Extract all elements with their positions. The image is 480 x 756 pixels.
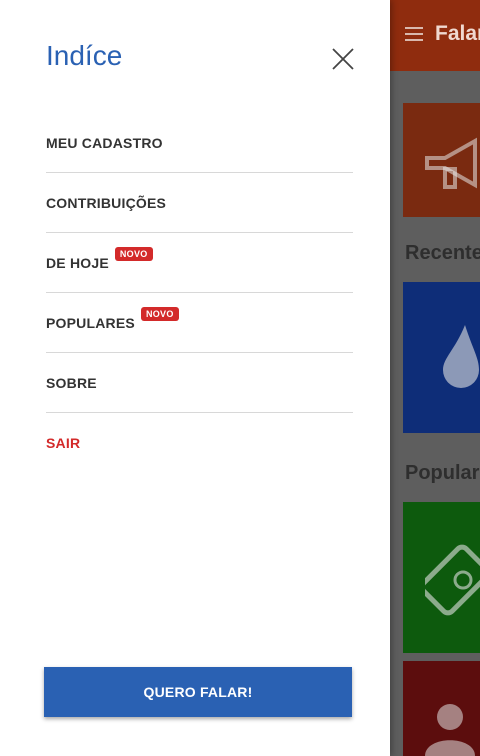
popular-card[interactable] [403,502,480,653]
hamburger-icon[interactable] [405,27,423,41]
app-title: Falar [435,22,480,45]
popular-card[interactable] [403,661,480,756]
menu-item-sair[interactable]: SAIR [46,413,353,473]
recent-card[interactable] [403,282,480,433]
menu-item-meu-cadastro[interactable]: MEU CADASTRO [46,113,353,173]
new-badge: NOVO [140,306,179,321]
menu-item-label: MEU CADASTRO [46,134,163,151]
person-icon [425,704,475,756]
quero-falar-button[interactable]: QUERO FALAR! [44,667,352,717]
bandage-icon [425,544,480,616]
menu-item-contribuicoes[interactable]: CONTRIBUIÇÕES [46,173,353,233]
menu-item-label: SOBRE [46,374,97,391]
close-icon [332,48,354,70]
section-populares: Populares [405,462,480,484]
megaphone-icon [425,137,477,189]
menu-item-sobre[interactable]: SOBRE [46,353,353,413]
drawer-menu: MEU CADASTRO CONTRIBUIÇÕES DE HOJE NOVO … [46,113,353,473]
menu-item-label: CONTRIBUIÇÕES [46,194,167,211]
menu-item-de-hoje[interactable]: DE HOJE NOVO [46,233,353,293]
close-button[interactable] [330,46,356,72]
navigation-drawer: Indíce MEU CADASTRO CONTRIBUIÇÕES DE HOJ… [0,0,390,756]
drop-icon [443,325,479,388]
menu-item-label: POPULARES [46,314,135,331]
feature-card[interactable] [403,103,480,217]
menu-item-populares[interactable]: POPULARES NOVO [46,293,353,353]
menu-item-label: DE HOJE [46,254,109,271]
drawer-title: Indíce [46,40,123,71]
section-recentes: Recentes [405,242,480,264]
menu-item-label: SAIR [46,435,81,451]
new-badge: NOVO [114,246,153,261]
